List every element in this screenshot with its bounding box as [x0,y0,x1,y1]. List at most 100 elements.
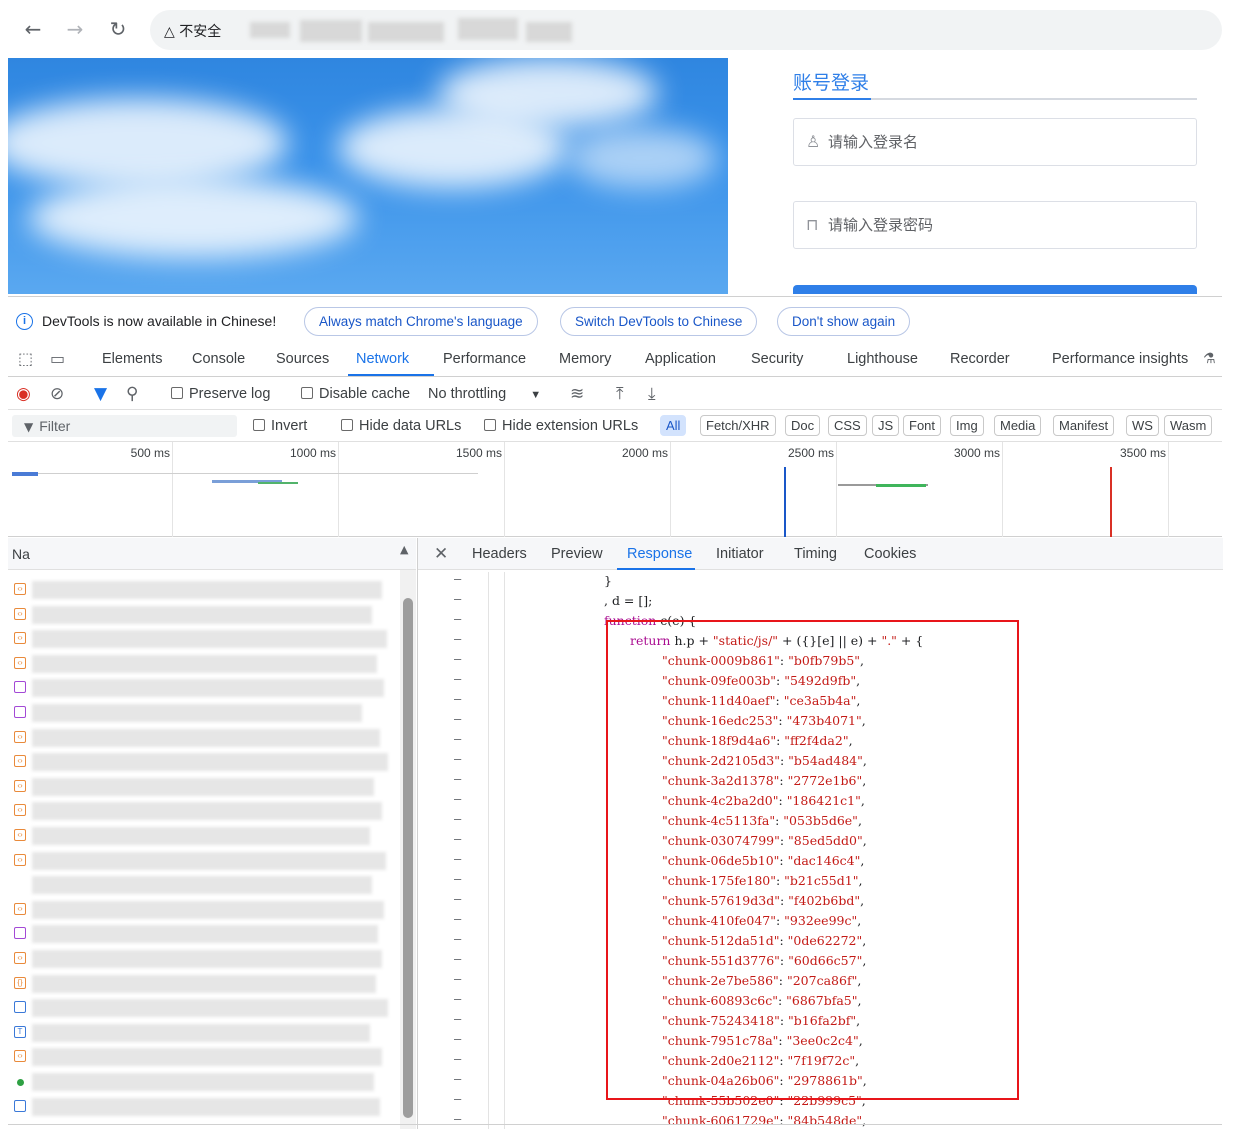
request-row[interactable] [8,922,400,946]
disable-cache-checkbox[interactable]: Disable cache [301,386,410,402]
request-row[interactable] [8,676,400,700]
filter-type-fetch-xhr[interactable]: Fetch/XHR [700,415,776,436]
username-field[interactable]: ♙ [793,118,1197,166]
filter-type-js[interactable]: JS [872,415,900,436]
back-arrow-icon[interactable]: ← [18,14,48,44]
filter-type-all[interactable]: All [660,415,687,436]
forward-arrow-icon[interactable]: → [60,14,90,44]
request-row[interactable] [8,996,400,1020]
network-overview-timeline[interactable]: 500 ms 1000 ms 1500 ms 2000 ms 2500 ms 3… [8,442,1222,537]
filter-funnel-icon[interactable]: ▼ [94,384,107,404]
import-har-icon[interactable]: ⤒ [616,384,624,404]
name-header-label: Na [12,546,30,562]
request-row[interactable]: ‹› [8,898,400,922]
filter-type-media[interactable]: Media [994,415,1042,436]
login-title[interactable]: 账号登录 [793,68,869,95]
request-row[interactable]: ‹› [8,824,400,848]
hide-data-urls-checkbox[interactable]: Hide data URLs [341,418,461,434]
filter-type-doc[interactable]: Doc [785,415,821,436]
record-stop-icon[interactable]: ◉ [16,384,31,404]
tab-application[interactable]: Application [645,351,716,367]
filter-bar: ▼ Filter Invert Hide data URLs Hide exten… [8,410,1222,442]
inspect-element-icon[interactable]: ⬚ [18,349,33,368]
filter-type-css[interactable]: CSS [828,415,867,436]
name-column-header[interactable]: Na ▲ [8,538,416,570]
redacted-request-name [32,999,388,1018]
preserve-log-checkbox[interactable]: Preserve log [171,386,270,402]
password-field[interactable]: ⊓ [793,201,1197,249]
filter-type-font[interactable]: Font [903,415,942,436]
filter-type-ws[interactable]: WS [1126,415,1159,436]
request-row[interactable]: T [8,1021,400,1045]
redacted-request-name [32,1097,380,1116]
filter-input[interactable]: ▼ Filter [12,415,237,437]
redacted-url [526,22,572,42]
filter-type-manifest[interactable]: Manifest [1053,415,1115,436]
tab-headers[interactable]: Headers [472,546,527,562]
clear-icon[interactable]: ⊘ [50,384,64,404]
hide-extension-urls-checkbox[interactable]: Hide extension URLs [484,418,638,434]
tab-console[interactable]: Console [192,351,245,367]
login-panel: 账号登录 ♙ ⊓ [793,58,1197,294]
tab-timing[interactable]: Timing [794,546,837,562]
security-warning[interactable]: △ 不安全 [164,21,221,41]
web-page: 账号登录 ♙ ⊓ [8,58,1222,294]
password-input[interactable] [828,212,1178,238]
tab-performance[interactable]: Performance [443,351,526,367]
request-row[interactable]: ‹› [8,578,400,602]
tab-lighthouse[interactable]: Lighthouse [847,351,918,367]
filter-type-wasm[interactable]: Wasm [1164,415,1213,436]
redacted-request-name [32,1073,374,1091]
request-row[interactable] [8,701,400,725]
tab-response[interactable]: Response [627,546,692,562]
request-row[interactable]: ‹› [8,627,400,651]
tab-elements[interactable]: Elements [102,351,162,367]
redacted-request-name [32,827,370,845]
export-har-icon[interactable]: ⤓ [648,384,656,404]
search-icon[interactable]: ⚲ [126,384,138,404]
tab-preview[interactable]: Preview [551,546,603,562]
username-input[interactable] [828,129,1178,155]
request-row[interactable] [8,1070,400,1094]
preserve-log-label: Preserve log [189,386,271,402]
filter-type-img[interactable]: Img [950,415,984,436]
request-row[interactable] [8,873,400,897]
request-row[interactable] [8,1095,400,1119]
dont-show-again-button[interactable]: Don't show again [777,307,911,336]
network-conditions-wifi-icon[interactable]: ≋ [570,384,584,404]
script-icon: ‹› [14,656,26,669]
line-gutter-marker: – [454,752,462,766]
request-row[interactable]: ‹› [8,1045,400,1069]
close-icon[interactable]: ✕ [434,544,448,564]
tab-memory[interactable]: Memory [559,351,611,367]
request-row[interactable]: ‹› [8,652,400,676]
request-row[interactable]: ‹› [8,947,400,971]
tab-sources[interactable]: Sources [276,351,329,367]
throttling-select[interactable]: No throttling ▼ [428,386,541,402]
switch-to-chinese-button[interactable]: Switch DevTools to Chinese [560,307,758,336]
request-row[interactable]: ‹› [8,775,400,799]
device-toolbar-icon[interactable]: ▭ [50,349,65,368]
request-row[interactable]: ‹› [8,750,400,774]
tab-initiator[interactable]: Initiator [716,546,764,562]
scrollbar-thumb[interactable] [403,598,413,1118]
tab-performance-insights[interactable]: Performance insights [1052,351,1188,367]
tab-cookies[interactable]: Cookies [864,546,916,562]
request-row[interactable]: {} [8,972,400,996]
timeline-tick: 3500 ms [1119,446,1166,460]
tab-network[interactable]: Network [356,351,409,367]
request-row[interactable]: ‹› [8,603,400,627]
address-bar[interactable]: △ 不安全 [150,10,1222,50]
request-row[interactable]: ‹› [8,799,400,823]
tab-security[interactable]: Security [751,351,803,367]
request-row[interactable]: ‹› [8,726,400,750]
request-list: Na ▲ ‹› ‹› ‹› ‹› ‹› ‹› ‹› ‹› ‹› ‹› ‹› ‹› {} T ‹› [8,538,416,1129]
image-icon [14,1099,26,1112]
always-match-language-button[interactable]: Always match Chrome's language [304,307,538,336]
tab-recorder[interactable]: Recorder [950,351,1010,367]
login-button[interactable] [793,285,1197,294]
request-row[interactable]: ‹› [8,849,400,873]
reload-icon[interactable]: ↻ [103,14,133,44]
invert-checkbox[interactable]: Invert [253,418,307,434]
line-gutter-marker: – [454,772,462,786]
